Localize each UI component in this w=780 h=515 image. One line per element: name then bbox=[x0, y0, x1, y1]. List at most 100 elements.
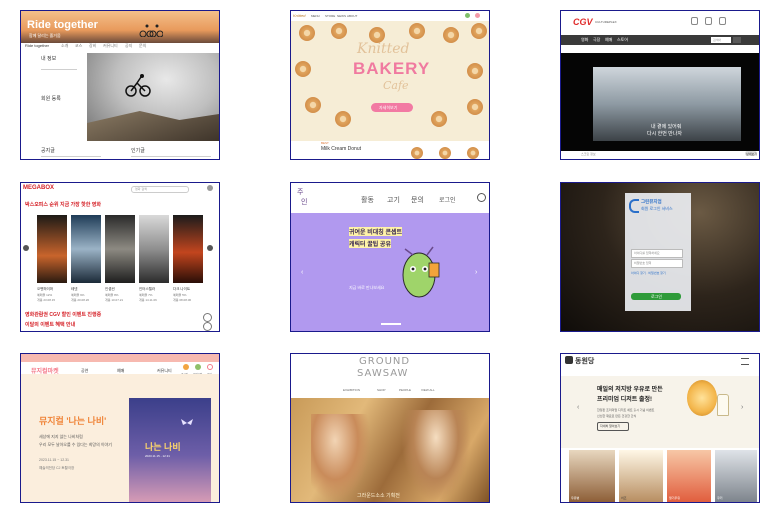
movie-meta: 개봉 23.08.15 bbox=[37, 298, 56, 302]
headline: 프리미엄 디저트 출정! bbox=[597, 397, 653, 403]
nav-item[interactable]: 스토어 bbox=[617, 37, 628, 43]
cart-icon[interactable] bbox=[475, 13, 480, 18]
nav-item[interactable]: 문의 bbox=[411, 195, 424, 205]
nav-link[interactable]: MENU bbox=[311, 14, 320, 18]
product-tag: BEST bbox=[321, 141, 329, 145]
movie-title[interactable]: 다크 나이트 bbox=[173, 287, 190, 292]
menu-item[interactable]: 장비 bbox=[89, 43, 96, 49]
login-link[interactable]: 로그인 bbox=[439, 195, 456, 204]
nav-link[interactable]: ABOUT bbox=[347, 14, 357, 18]
notice-line[interactable]: 이달의 이벤트 혜택 안내 bbox=[25, 321, 75, 328]
nav-item[interactable]: 극장 bbox=[593, 37, 600, 43]
cta-button[interactable]: 자세히보기 bbox=[371, 103, 413, 112]
user-icon[interactable] bbox=[465, 13, 470, 18]
donut-image bbox=[467, 147, 479, 159]
product-label: 쿠키 bbox=[717, 496, 723, 500]
thumbnail-ride-together[interactable]: Ride together 함께 달리는 즐거움 Ride together 소… bbox=[20, 10, 220, 160]
thumbnail-cgv[interactable]: CGV CULTUREPLEX 영화 극장 예매 스토어 검색어 내 곁에 있어… bbox=[560, 10, 760, 160]
movie-title[interactable]: 테넷 bbox=[71, 287, 77, 292]
login-icon[interactable] bbox=[183, 364, 189, 370]
movie-poster[interactable] bbox=[37, 215, 67, 283]
megabox-logo[interactable]: MEGABOX bbox=[23, 185, 54, 191]
search-icon[interactable] bbox=[477, 193, 486, 202]
notice-line[interactable]: 영화관람권 CGV 할인 이벤트 진행중 bbox=[25, 311, 101, 318]
detail-button[interactable]: 상세보기 bbox=[745, 151, 757, 156]
thumbnail-megabox[interactable]: MEGABOX 영화 검색 박스오피스 순위 지금 가장 핫한 영화 오펜하이머… bbox=[20, 182, 220, 332]
mypage-icon[interactable] bbox=[207, 364, 213, 370]
movie-title[interactable]: 인셉션 bbox=[105, 287, 115, 292]
more-icon[interactable] bbox=[203, 313, 212, 322]
show-place: 예술의전당 CJ 토월극장 bbox=[39, 466, 75, 470]
nav-item[interactable]: EXHIBITION bbox=[343, 388, 360, 392]
find-account-link[interactable]: 아이디 찾기 · 비밀번호 찾기 bbox=[631, 271, 666, 275]
nav-logo[interactable]: Knitted bbox=[293, 13, 305, 18]
nav-item[interactable]: 예매 bbox=[605, 37, 612, 43]
product-card[interactable]: BEST Milk Cream Donut bbox=[291, 141, 489, 159]
section-title: 박스오피스 순위 지금 가장 핫한 영화 bbox=[25, 202, 101, 208]
site-logo[interactable]: 동원당 bbox=[575, 356, 594, 366]
nav-item[interactable]: VIEW ALL bbox=[421, 388, 435, 392]
banner-text: 귀여운 비대칭 콘셉트 bbox=[349, 227, 403, 236]
nav-item[interactable]: 영화 bbox=[581, 37, 588, 43]
search-placeholder: 영화 검색 bbox=[135, 187, 147, 191]
login-icon[interactable] bbox=[691, 17, 698, 25]
movie-meta: 개봉 08.08.06 bbox=[173, 298, 192, 302]
nav-item[interactable]: PEOPLE bbox=[399, 388, 411, 392]
logo-line[interactable]: SAWSAW bbox=[357, 368, 408, 379]
nav-item[interactable]: SHOP bbox=[377, 388, 386, 392]
movie-title[interactable]: 오펜하이머 bbox=[37, 287, 53, 292]
nav-link[interactable]: STORE bbox=[325, 14, 335, 18]
menu-item[interactable]: 커뮤니티 bbox=[103, 43, 118, 49]
mypage-icon[interactable] bbox=[705, 17, 712, 25]
description: 세상에 지지 않는 나비처럼 bbox=[39, 434, 83, 439]
dessert-image bbox=[687, 380, 717, 416]
menu-item[interactable]: 코스 bbox=[75, 43, 82, 49]
search-input[interactable]: 영화 검색 bbox=[131, 186, 189, 193]
detail-label: 상세보기 bbox=[746, 152, 758, 156]
next-arrow-icon[interactable]: › bbox=[475, 269, 477, 276]
signup-icon[interactable] bbox=[195, 364, 201, 370]
movie-title[interactable]: 인터스텔라 bbox=[139, 287, 155, 292]
password-field[interactable]: 비밀번호 입력 bbox=[631, 259, 683, 268]
thumbnail-dessert-shop[interactable]: 동원당 매일의 저지방 우유로 만든 프리미엄 디저트 출정! 한정판 프리미엄… bbox=[560, 353, 760, 503]
thumbnail-knitted-bakery[interactable]: Knitted MENU STORE NEWS ABOUT Knitted BA… bbox=[290, 10, 490, 160]
brand-logo-icon bbox=[629, 199, 639, 213]
menu-item[interactable]: 공지 bbox=[125, 43, 132, 49]
movie-poster[interactable] bbox=[71, 215, 101, 283]
slide-indicator[interactable] bbox=[381, 323, 401, 325]
user-icon[interactable] bbox=[207, 185, 213, 191]
thumbnail-login-page[interactable]: 그린뮤지엄 회원 로그인 서비스 아이디를 입력하세요 비밀번호 입력 아이디 … bbox=[560, 182, 760, 332]
menu-icon[interactable] bbox=[741, 358, 749, 365]
nav-item[interactable]: 고기 bbox=[387, 195, 400, 205]
menu-item[interactable]: 소개 bbox=[61, 43, 68, 49]
next-arrow-icon[interactable]: › bbox=[741, 404, 743, 411]
cgv-logo[interactable]: CGV bbox=[573, 17, 593, 27]
divider bbox=[41, 69, 77, 70]
next-arrow-icon[interactable] bbox=[207, 245, 213, 251]
movie-poster[interactable] bbox=[173, 215, 203, 283]
thumbnail-character-site[interactable]: 주 인 활동 고기 문의 로그인 귀여운 비대칭 콘셉트 캐릭터 꿀팁 공유 지… bbox=[290, 182, 490, 332]
more-icon[interactable] bbox=[203, 322, 212, 331]
login-button[interactable]: 로그인 bbox=[631, 293, 681, 300]
thumbnail-musical-market[interactable]: 뮤지컬마켓 공연 예매 커뮤니티 로그인 회원가입 마이 뮤지컬 '나는 나비'… bbox=[20, 353, 220, 503]
menu-item[interactable]: Ride together bbox=[25, 43, 49, 48]
search-input[interactable]: 검색어 bbox=[711, 37, 731, 43]
membership-icon[interactable] bbox=[719, 17, 726, 25]
thumbnail-ground-sawsaw[interactable]: GROUND SAWSAW EXHIBITION SHOP PEOPLE VIE… bbox=[290, 353, 490, 503]
headline-top: Knitted bbox=[357, 41, 410, 57]
movie-poster[interactable] bbox=[105, 215, 135, 283]
nav-link[interactable]: NEWS bbox=[337, 14, 346, 18]
prev-arrow-icon[interactable]: ‹ bbox=[577, 404, 579, 411]
prev-arrow-icon[interactable]: ‹ bbox=[301, 269, 303, 276]
id-field[interactable]: 아이디를 입력하세요 bbox=[631, 249, 683, 258]
logo-line[interactable]: GROUND bbox=[359, 356, 410, 367]
donut-image bbox=[299, 25, 315, 41]
movie-poster[interactable] bbox=[139, 215, 169, 283]
movie-meta: 예매율 8% bbox=[105, 293, 119, 297]
nav-item[interactable]: 활동 bbox=[361, 195, 374, 205]
prev-arrow-icon[interactable] bbox=[23, 245, 29, 251]
menu-item[interactable]: 문의 bbox=[139, 43, 146, 49]
headline: 뮤지컬 '나는 나비' bbox=[39, 416, 107, 426]
learn-more-button[interactable]: 자세히 알아보기 bbox=[597, 422, 629, 431]
search-icon[interactable] bbox=[733, 37, 741, 43]
